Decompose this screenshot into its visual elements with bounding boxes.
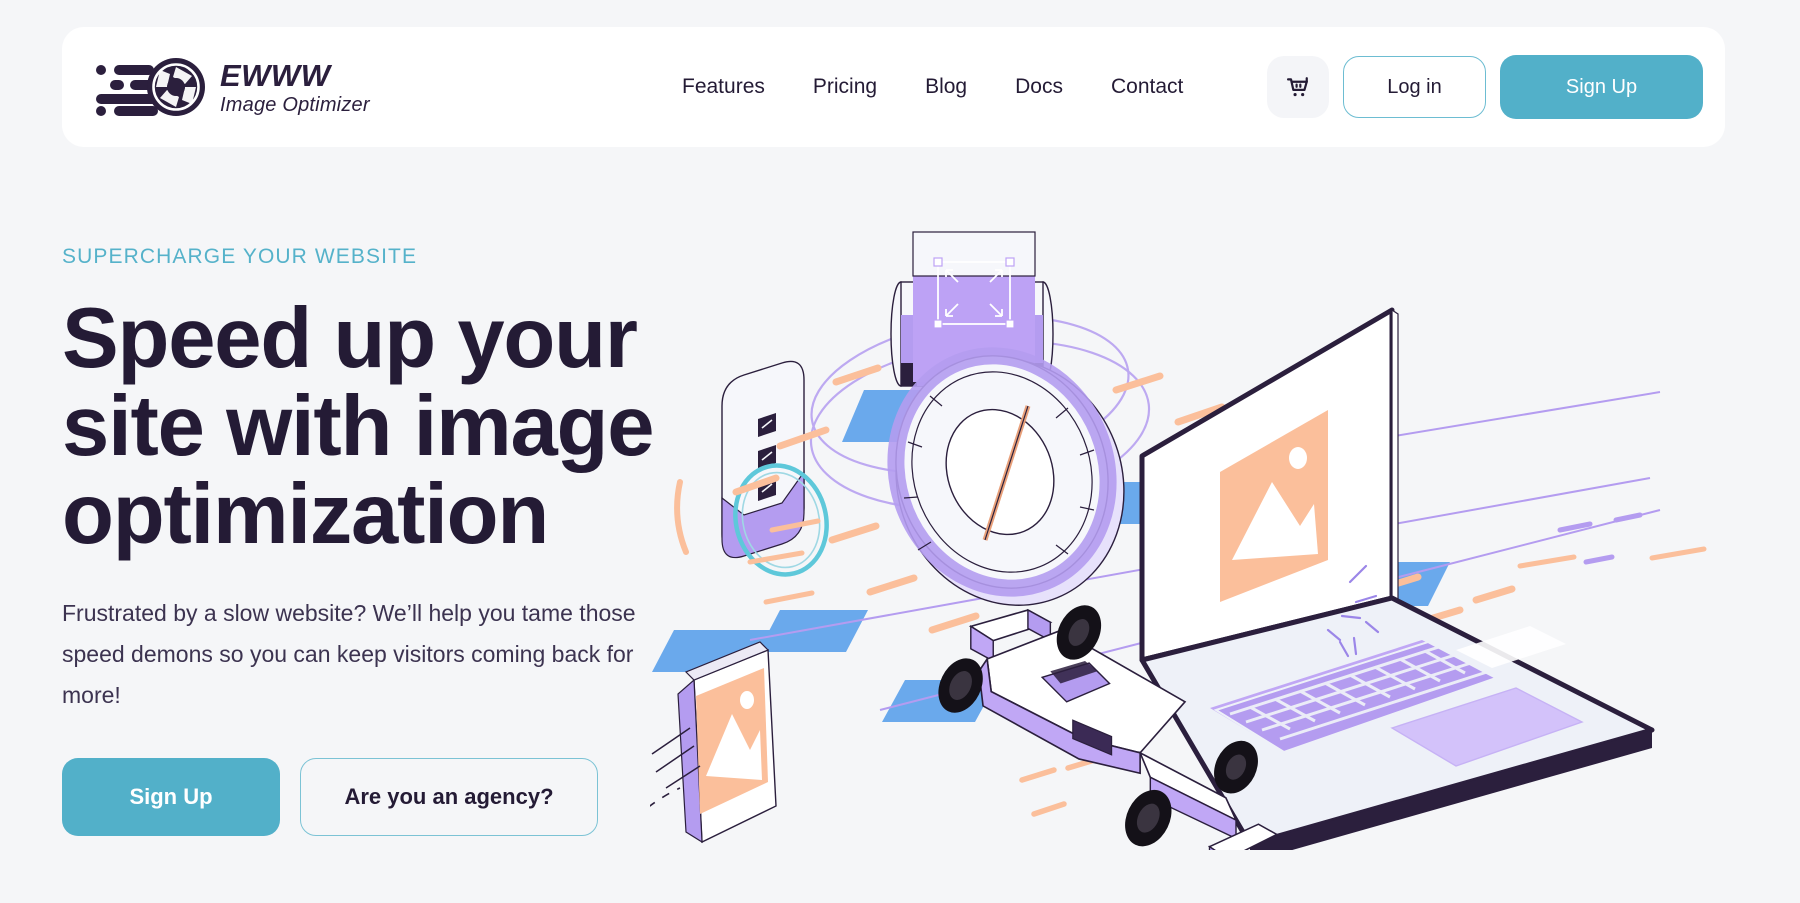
hero-description: Frustrated by a slow website? We’ll help… [62,600,636,708]
hero-title: Speed up your site with image optimizati… [62,291,655,562]
brand-wordmark: EWWW Image Optimizer [220,60,370,115]
camera-aperture-speed-icon [88,56,208,118]
brand-logo[interactable]: EWWW Image Optimizer [88,56,370,118]
brand-tagline: Image Optimizer [220,93,370,116]
header-actions: Log in Sign Up [1267,55,1703,119]
nav-item-blog[interactable]: Blog [925,75,967,99]
login-button[interactable]: Log in [1343,56,1486,118]
cart-button[interactable] [1267,56,1329,118]
isometric-speed-image-optimization-illustration [650,210,1780,850]
agency-button[interactable]: Are you an agency? [300,758,598,836]
main-navigation: Features Pricing Blog Docs Contact [682,75,1183,99]
landing-page: EWWW Image Optimizer Features Pricing Bl… [0,0,1800,903]
nav-item-contact[interactable]: Contact [1111,75,1183,99]
brand-name: EWWW [220,57,331,93]
site-header: EWWW Image Optimizer Features Pricing Bl… [62,27,1725,147]
shopping-cart-icon [1284,73,1312,101]
signup-button-header[interactable]: Sign Up [1500,55,1703,119]
nav-item-features[interactable]: Features [682,75,765,99]
signup-button-hero[interactable]: Sign Up [62,758,280,836]
nav-item-docs[interactable]: Docs [1015,75,1063,99]
nav-item-pricing[interactable]: Pricing [813,75,877,99]
